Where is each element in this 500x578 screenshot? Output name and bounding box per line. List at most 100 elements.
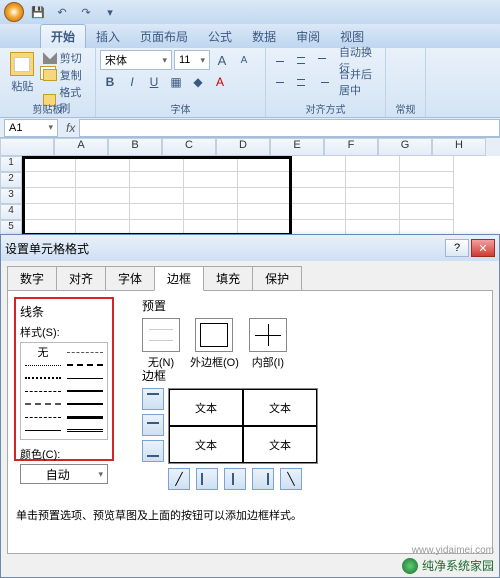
name-box[interactable]: A1▾: [4, 119, 58, 137]
cell[interactable]: [76, 188, 130, 204]
font-name-select[interactable]: 宋体▾: [100, 50, 172, 70]
office-orb[interactable]: [4, 2, 24, 22]
align-center[interactable]: [291, 74, 311, 90]
cell[interactable]: [76, 156, 130, 172]
tab-insert[interactable]: 插入: [86, 25, 130, 48]
dlg-tab-fill[interactable]: 填充: [203, 266, 253, 291]
cell[interactable]: [346, 156, 400, 172]
line-style-option[interactable]: [67, 386, 103, 396]
shrink-font[interactable]: A: [234, 50, 254, 70]
merge-center-button[interactable]: 合并后居中: [334, 72, 381, 92]
cell[interactable]: [346, 188, 400, 204]
fx-label[interactable]: fx: [66, 121, 75, 135]
border-button[interactable]: ▦: [166, 72, 186, 92]
line-style-none[interactable]: 无: [25, 347, 61, 357]
italic-button[interactable]: I: [122, 72, 142, 92]
cell[interactable]: [400, 188, 454, 204]
line-color-select[interactable]: 自动▾: [20, 464, 108, 484]
cell[interactable]: [292, 156, 346, 172]
row-header[interactable]: 3: [0, 188, 22, 204]
formula-bar[interactable]: [79, 119, 500, 137]
cell[interactable]: [400, 204, 454, 220]
cut-button[interactable]: 剪切: [43, 50, 91, 66]
dlg-tab-font[interactable]: 字体: [105, 266, 155, 291]
tab-home[interactable]: 开始: [40, 24, 86, 48]
cell[interactable]: [292, 204, 346, 220]
line-style-option[interactable]: [67, 347, 103, 357]
preset-inside[interactable]: 内部(I): [249, 318, 287, 370]
col-header[interactable]: D: [216, 138, 270, 156]
col-header[interactable]: B: [108, 138, 162, 156]
line-style-option[interactable]: [67, 373, 103, 383]
cell[interactable]: [22, 188, 76, 204]
grow-font[interactable]: A: [212, 50, 232, 70]
cell[interactable]: [238, 156, 292, 172]
align-left[interactable]: [270, 74, 290, 90]
copy-button[interactable]: 复制: [43, 67, 91, 83]
align-bottom[interactable]: [312, 52, 332, 68]
border-left-button[interactable]: [196, 468, 218, 490]
col-header[interactable]: F: [324, 138, 378, 156]
preset-none[interactable]: 无(N): [142, 318, 180, 370]
cell[interactable]: [22, 204, 76, 220]
border-top-button[interactable]: [142, 388, 164, 410]
tab-data[interactable]: 数据: [242, 25, 286, 48]
dlg-tab-border[interactable]: 边框: [154, 266, 204, 291]
col-header[interactable]: A: [54, 138, 108, 156]
cell[interactable]: [76, 172, 130, 188]
line-style-option[interactable]: [25, 373, 61, 383]
border-right-button[interactable]: [252, 468, 274, 490]
dlg-tab-align[interactable]: 对齐: [56, 266, 106, 291]
col-header[interactable]: C: [162, 138, 216, 156]
cell[interactable]: [76, 204, 130, 220]
align-right[interactable]: [312, 74, 332, 90]
cell[interactable]: [22, 172, 76, 188]
cell[interactable]: [184, 172, 238, 188]
font-size-select[interactable]: 11▾: [174, 50, 210, 70]
cell[interactable]: [400, 156, 454, 172]
border-middle-v-button[interactable]: [224, 468, 246, 490]
cell[interactable]: [238, 172, 292, 188]
border-diag-down-button[interactable]: ╲: [280, 468, 302, 490]
line-style-option[interactable]: [67, 412, 103, 422]
cell[interactable]: [238, 188, 292, 204]
line-style-option[interactable]: [67, 399, 103, 409]
line-style-option[interactable]: [25, 360, 61, 370]
cell[interactable]: [292, 188, 346, 204]
preset-outline[interactable]: 外边框(O): [190, 318, 239, 370]
cell[interactable]: [346, 172, 400, 188]
cell[interactable]: [346, 204, 400, 220]
font-color-button[interactable]: A: [210, 72, 230, 92]
cell[interactable]: [130, 188, 184, 204]
row-header[interactable]: 4: [0, 204, 22, 220]
align-middle[interactable]: [291, 52, 311, 68]
underline-button[interactable]: U: [144, 72, 164, 92]
line-style-option[interactable]: [25, 412, 61, 422]
border-preview-grid[interactable]: 文本 文本 文本 文本: [168, 388, 318, 464]
qat-more[interactable]: ▾: [100, 3, 120, 21]
col-header[interactable]: H: [432, 138, 486, 156]
select-all-corner[interactable]: [0, 138, 54, 156]
border-bottom-button[interactable]: [142, 440, 164, 462]
qat-save[interactable]: 💾: [28, 3, 48, 21]
cell[interactable]: [130, 156, 184, 172]
spreadsheet-grid[interactable]: A B C D E F G H 12345: [0, 138, 500, 236]
tab-formula[interactable]: 公式: [198, 25, 242, 48]
fill-color-button[interactable]: ◆: [188, 72, 208, 92]
cell[interactable]: [238, 204, 292, 220]
cell[interactable]: [184, 156, 238, 172]
col-header[interactable]: G: [378, 138, 432, 156]
dlg-tab-number[interactable]: 数字: [7, 266, 57, 291]
border-middle-h-button[interactable]: [142, 414, 164, 436]
row-header[interactable]: 2: [0, 172, 22, 188]
line-style-option[interactable]: [25, 399, 61, 409]
cell[interactable]: [184, 204, 238, 220]
cell[interactable]: [400, 172, 454, 188]
cell[interactable]: [130, 172, 184, 188]
line-style-option[interactable]: [67, 425, 103, 435]
align-top[interactable]: [270, 52, 290, 68]
line-style-option[interactable]: [25, 425, 61, 435]
dlg-tab-protect[interactable]: 保护: [252, 266, 302, 291]
bold-button[interactable]: B: [100, 72, 120, 92]
cell[interactable]: [130, 204, 184, 220]
